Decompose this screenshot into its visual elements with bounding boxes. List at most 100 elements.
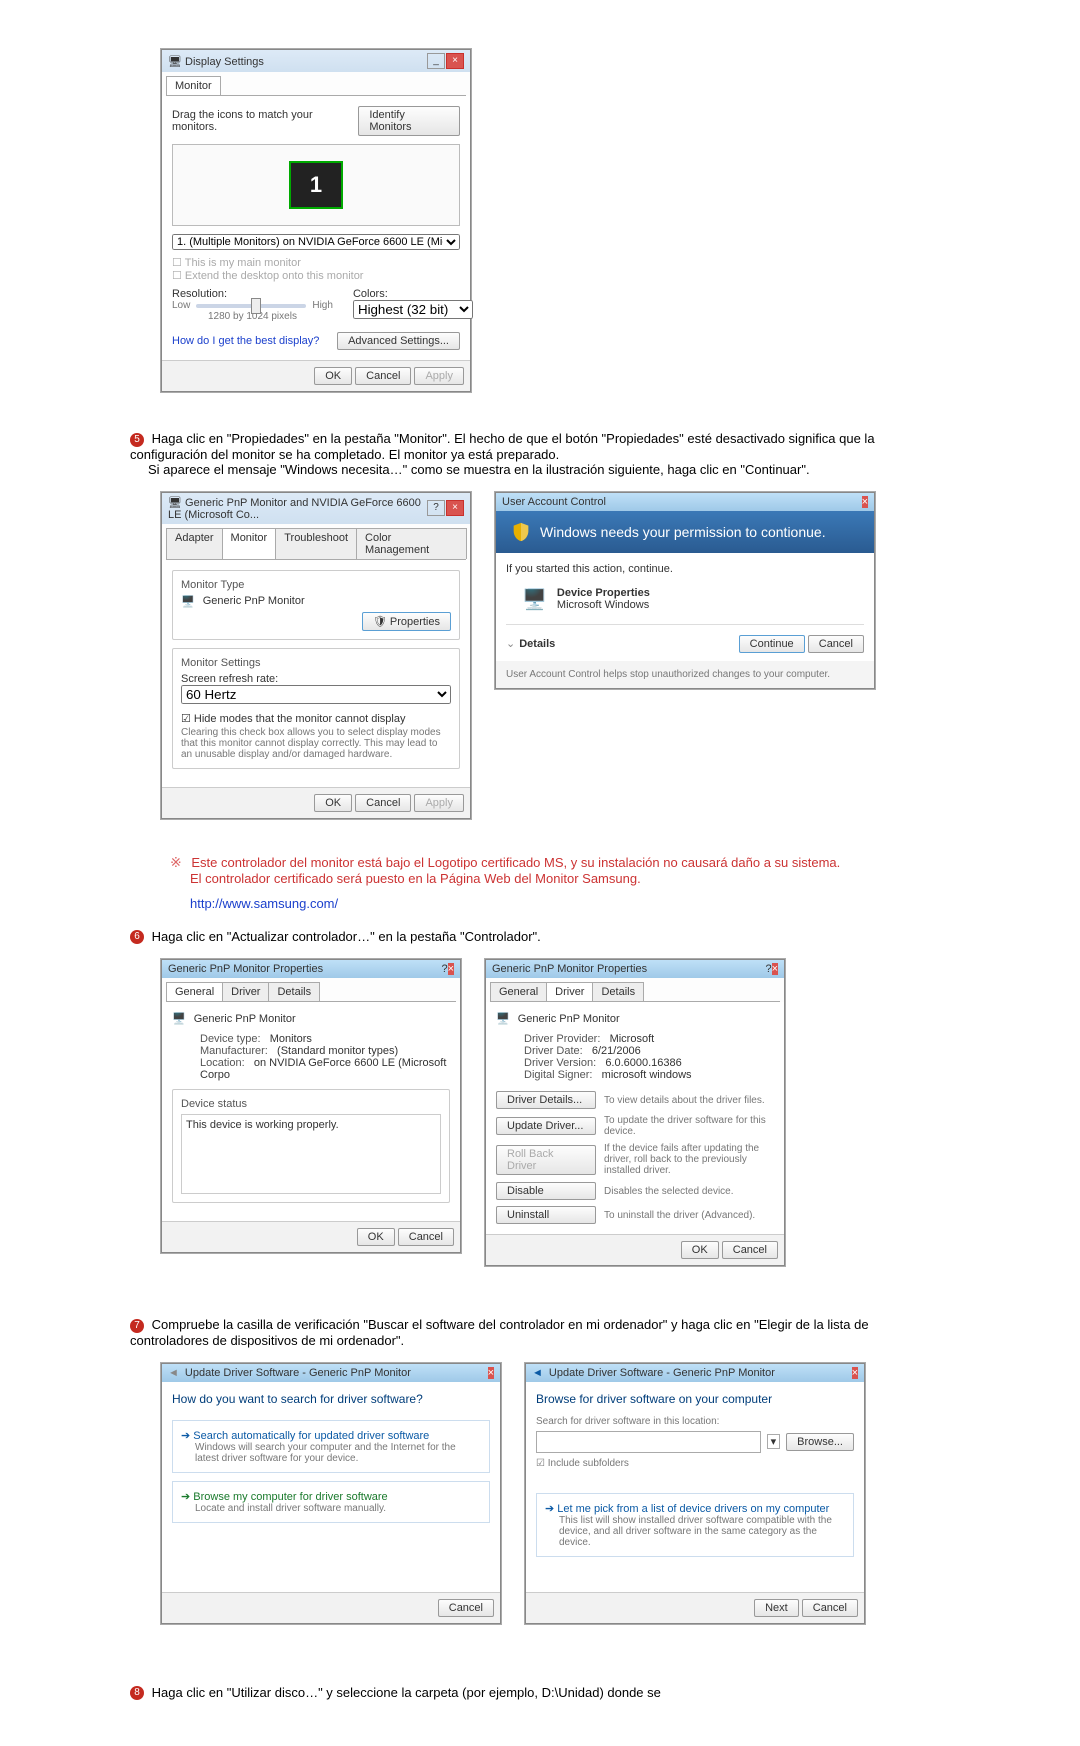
continue-button[interactable]: Continue <box>739 635 805 653</box>
properties-button[interactable]: 🛡 Properties <box>362 612 451 631</box>
cancel-button[interactable]: Cancel <box>355 367 411 385</box>
wiz2-title: Update Driver Software - Generic PnP Mon… <box>549 1367 775 1379</box>
help-link[interactable]: How do I get the best display? <box>172 335 319 347</box>
close-icon[interactable]: × <box>862 496 868 508</box>
cancel-button[interactable]: Cancel <box>808 635 864 653</box>
colors-select[interactable]: Highest (32 bit) <box>353 300 473 319</box>
tab-details[interactable]: Details <box>592 982 644 1001</box>
back-icon[interactable]: ◄ <box>168 1367 179 1379</box>
monitor-icon: 🖥️ <box>181 595 195 608</box>
rollback-button: Roll Back Driver <box>496 1145 596 1175</box>
uninstall-button[interactable]: Uninstall <box>496 1206 596 1224</box>
close-icon[interactable]: × <box>446 53 464 69</box>
cancel-button[interactable]: Cancel <box>722 1241 778 1259</box>
hide-modes-desc: Clearing this check box allows you to se… <box>181 727 451 760</box>
monitor-type-value: Generic PnP Monitor <box>203 595 305 607</box>
close-icon[interactable]: × <box>446 500 464 516</box>
path-input[interactable] <box>536 1431 761 1453</box>
ok-button[interactable]: OK <box>314 367 352 385</box>
disable-desc: Disables the selected device. <box>604 1186 774 1197</box>
tab-troubleshoot[interactable]: Troubleshoot <box>275 528 357 559</box>
tab-general[interactable]: General <box>490 982 547 1001</box>
tab-adapter[interactable]: Adapter <box>166 528 223 559</box>
include-subfolders-check[interactable]: ☑ Include subfolders <box>536 1458 629 1469</box>
disable-button[interactable]: Disable <box>496 1182 596 1200</box>
cancel-button[interactable]: Cancel <box>802 1599 858 1617</box>
uac-headline: Windows needs your permission to contion… <box>540 524 826 540</box>
cancel-button[interactable]: Cancel <box>355 794 411 812</box>
next-button[interactable]: Next <box>754 1599 799 1617</box>
driver-details-button[interactable]: Driver Details... <box>496 1091 596 1109</box>
refresh-select[interactable]: 60 Hertz <box>181 685 451 704</box>
hide-modes-check[interactable]: ☑ Hide modes that the monitor cannot dis… <box>181 713 405 725</box>
close-icon[interactable]: × <box>852 1367 858 1379</box>
dropdown-icon[interactable]: ▾ <box>767 1434 781 1449</box>
uac-if-started: If you started this action, continue. <box>506 563 864 575</box>
chevron-down-icon[interactable]: ⌄ <box>506 637 515 650</box>
device-status-box: This device is working properly. <box>181 1114 441 1194</box>
note-line2: El controlador certificado será puesto e… <box>190 871 641 886</box>
minimize-icon[interactable]: _ <box>427 53 445 69</box>
help-icon[interactable]: ? <box>427 500 445 516</box>
tab-color[interactable]: Color Management <box>356 528 467 559</box>
details-toggle[interactable]: Details <box>519 638 555 650</box>
identify-monitors-button[interactable]: Identify Monitors <box>358 106 460 136</box>
date-value: 6/21/2006 <box>592 1045 641 1057</box>
tab-monitor[interactable]: Monitor <box>166 76 221 95</box>
monitor-rectangle[interactable]: 1 <box>289 161 343 209</box>
back-icon[interactable]: ◄ <box>532 1367 543 1379</box>
window-icon: 🖥 <box>168 56 182 68</box>
wiz1-opt2[interactable]: ➔ Browse my computer for driver software… <box>172 1481 490 1523</box>
uac-footer: User Account Control helps stop unauthor… <box>496 661 874 688</box>
wiz1-opt1[interactable]: ➔ Search automatically for updated drive… <box>172 1420 490 1473</box>
date-label: Driver Date: <box>524 1045 583 1057</box>
close-icon[interactable]: × <box>448 963 454 975</box>
colors-label: Colors: <box>353 288 473 300</box>
res-high: High <box>312 300 333 311</box>
wiz1-title: Update Driver Software - Generic PnP Mon… <box>185 1367 411 1379</box>
cancel-button[interactable]: Cancel <box>398 1228 454 1246</box>
wiz2-letme[interactable]: ➔ Let me pick from a list of device driv… <box>536 1493 854 1557</box>
samsung-link[interactable]: http://www.samsung.com/ <box>190 896 338 911</box>
extend-desktop-check: ☐ Extend the desktop onto this monitor <box>172 269 460 282</box>
loc-label: Location: <box>200 1057 245 1069</box>
monitor-select[interactable]: 1. (Multiple Monitors) on NVIDIA GeForce… <box>172 234 460 250</box>
ok-button[interactable]: OK <box>314 794 352 812</box>
step-8-number: 8 <box>130 1686 144 1700</box>
tab-details[interactable]: Details <box>268 982 320 1001</box>
monitor-settings-label: Monitor Settings <box>181 657 451 669</box>
tab-general[interactable]: General <box>166 982 223 1001</box>
step-7-text: Compruebe la casilla de verificación "Bu… <box>130 1317 869 1348</box>
res-low: Low <box>172 300 190 311</box>
shield-icon <box>510 521 532 543</box>
step-5-text: Haga clic en "Propiedades" en la pestaña… <box>130 431 875 462</box>
monitor-props-title: Generic PnP Monitor and NVIDIA GeForce 6… <box>168 497 421 521</box>
devtype-label: Device type: <box>200 1033 261 1045</box>
device-status-label: Device status <box>181 1098 441 1110</box>
sign-label: Digital Signer: <box>524 1069 592 1081</box>
close-icon[interactable]: × <box>772 963 778 975</box>
help-icon[interactable]: ? <box>765 963 771 975</box>
cancel-button[interactable]: Cancel <box>438 1599 494 1617</box>
program-icon: 🖥️ <box>522 587 547 612</box>
step-8-text: Haga clic en "Utilizar disco…" y selecci… <box>152 1685 661 1700</box>
step-5-number: 5 <box>130 433 144 447</box>
ok-button[interactable]: OK <box>357 1228 395 1246</box>
resolution-slider[interactable] <box>196 304 306 308</box>
tab-monitor[interactable]: Monitor <box>222 528 277 559</box>
prov-label: Driver Provider: <box>524 1033 600 1045</box>
sign-value: microsoft windows <box>602 1069 692 1081</box>
help-icon[interactable]: ? <box>441 963 447 975</box>
ok-button[interactable]: OK <box>681 1241 719 1259</box>
close-icon[interactable]: × <box>488 1367 494 1379</box>
browse-button[interactable]: Browse... <box>786 1433 854 1451</box>
uac-title: User Account Control <box>502 496 606 508</box>
note-icon: ※ <box>170 854 182 870</box>
drv-driver-title: Generic PnP Monitor Properties <box>492 963 647 975</box>
update-driver-button[interactable]: Update Driver... <box>496 1117 596 1135</box>
device-name: Generic PnP Monitor <box>194 1013 296 1025</box>
advanced-settings-button[interactable]: Advanced Settings... <box>337 332 460 350</box>
tab-driver[interactable]: Driver <box>222 982 269 1001</box>
display-settings-title: Display Settings <box>185 56 264 68</box>
tab-driver[interactable]: Driver <box>546 982 593 1001</box>
